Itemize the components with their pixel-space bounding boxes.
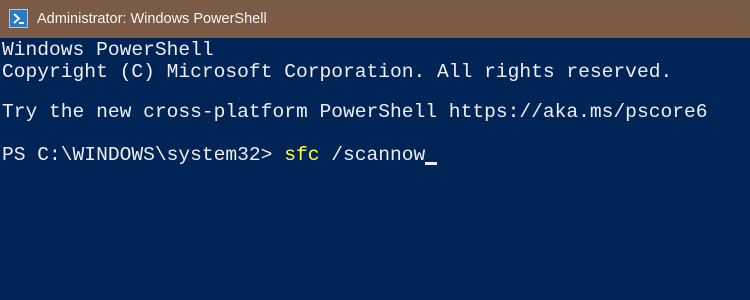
title-bar[interactable]: Administrator: Windows PowerShell — [0, 0, 750, 38]
text-cursor — [425, 162, 438, 165]
console-output[interactable]: Windows PowerShell Copyright (C) Microso… — [0, 38, 750, 300]
promo-line: Try the new cross-platform PowerShell ht… — [2, 101, 708, 123]
prompt: PS C:\WINDOWS\system32> — [2, 144, 285, 166]
command-line[interactable]: PS C:\WINDOWS\system32> sfc /scannow — [2, 143, 438, 167]
window-title: Administrator: Windows PowerShell — [37, 11, 267, 27]
powershell-window: Administrator: Windows PowerShell Window… — [0, 0, 750, 300]
powershell-icon — [9, 9, 28, 28]
copyright-line: Copyright (C) Microsoft Corporation. All… — [2, 61, 673, 83]
command-argument: /scannow — [319, 144, 426, 166]
command-name: sfc — [284, 144, 320, 166]
banner-name: Windows PowerShell — [2, 39, 214, 61]
